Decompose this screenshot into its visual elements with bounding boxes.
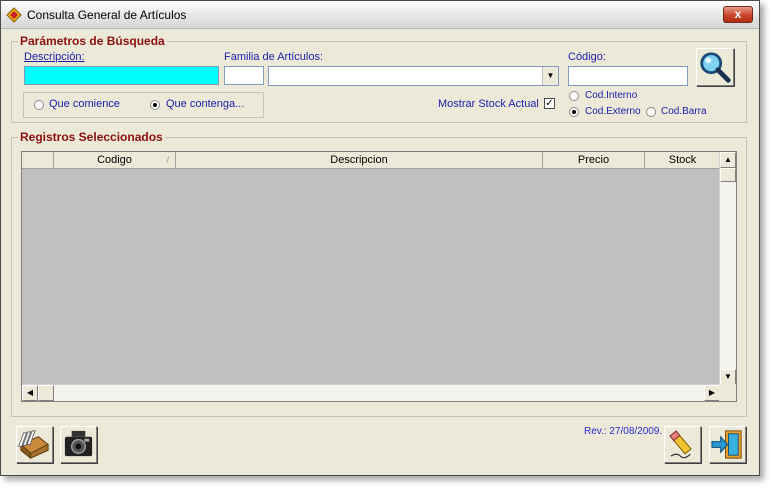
radio-cod-barra[interactable] [646, 107, 656, 117]
scroll-right-icon[interactable]: ▶ [704, 385, 720, 401]
pencil-eraser-icon [669, 430, 692, 459]
vertical-scrollbar[interactable]: ▲ ▼ [719, 152, 736, 385]
horizontal-scrollbar[interactable]: ◀ ▶ [22, 384, 720, 401]
close-icon: x [734, 7, 742, 21]
radio-que-comience[interactable] [34, 100, 44, 110]
camera-button[interactable] [60, 426, 97, 463]
exit-door-icon [711, 430, 742, 459]
exit-button[interactable] [709, 426, 746, 463]
hscroll-thumb[interactable] [38, 385, 54, 401]
scroll-left-icon[interactable]: ◀ [22, 385, 38, 401]
app-icon [6, 7, 22, 23]
magnifier-icon [700, 52, 731, 83]
scroll-corner [719, 384, 736, 401]
column-header-descripcion[interactable]: Descripcion [176, 152, 543, 169]
close-button[interactable]: x [723, 6, 753, 23]
familia-code-input[interactable] [224, 66, 264, 85]
results-grid[interactable]: Codigo / Descripcion Precio Stock ▲ ▼ ◀ ▶ [21, 151, 737, 402]
mostrar-stock-checkbox[interactable]: ✓ [544, 98, 555, 109]
clear-button[interactable] [664, 426, 701, 463]
radio-cod-externo[interactable] [569, 107, 579, 117]
scroll-thumb[interactable] [720, 168, 736, 182]
search-params-title: Parámetros de Búsqueda [18, 34, 167, 48]
results-title: Registros Seleccionados [18, 130, 165, 144]
consulta-window: Consulta General de Artículos x Parámetr… [0, 0, 760, 476]
chevron-down-icon[interactable]: ▼ [542, 67, 558, 85]
column-header-precio[interactable]: Precio [543, 152, 645, 169]
familia-select[interactable]: ▼ [268, 66, 559, 86]
scroll-down-icon[interactable]: ▼ [720, 369, 736, 385]
grid-header: Codigo / Descripcion Precio Stock [22, 152, 720, 169]
column-header-codigo[interactable]: Codigo / [54, 152, 176, 169]
column-header-stock[interactable]: Stock [645, 152, 720, 169]
search-button[interactable] [696, 48, 734, 86]
file-drawer-icon [18, 430, 50, 460]
title-bar[interactable]: Consulta General de Artículos x [1, 1, 759, 29]
cod-interno-label[interactable]: Cod.Interno [585, 90, 637, 101]
revision-text: Rev.: 27/08/2009. [584, 426, 663, 437]
codigo-label: Código: [568, 51, 606, 63]
camera-icon [64, 430, 93, 457]
column-header-select[interactable] [22, 152, 54, 169]
descripcion-label: Descripción: [24, 51, 85, 63]
descripcion-input[interactable] [24, 66, 219, 85]
radio-cod-interno[interactable] [569, 91, 579, 101]
scroll-up-icon[interactable]: ▲ [720, 152, 736, 168]
mostrar-stock-label: Mostrar Stock Actual [438, 98, 539, 110]
cod-barra-label[interactable]: Cod.Barra [661, 106, 707, 117]
files-button[interactable] [16, 426, 53, 463]
radio-que-contenga[interactable] [150, 100, 160, 110]
familia-label: Familia de Artículos: [224, 51, 324, 63]
window-title: Consulta General de Artículos [27, 8, 187, 22]
sort-icon: / [166, 155, 169, 165]
que-contenga-label[interactable]: Que contenga... [166, 98, 244, 110]
que-comience-label[interactable]: Que comience [49, 98, 120, 110]
cod-externo-label[interactable]: Cod.Externo [585, 106, 641, 117]
codigo-input[interactable] [568, 66, 688, 86]
